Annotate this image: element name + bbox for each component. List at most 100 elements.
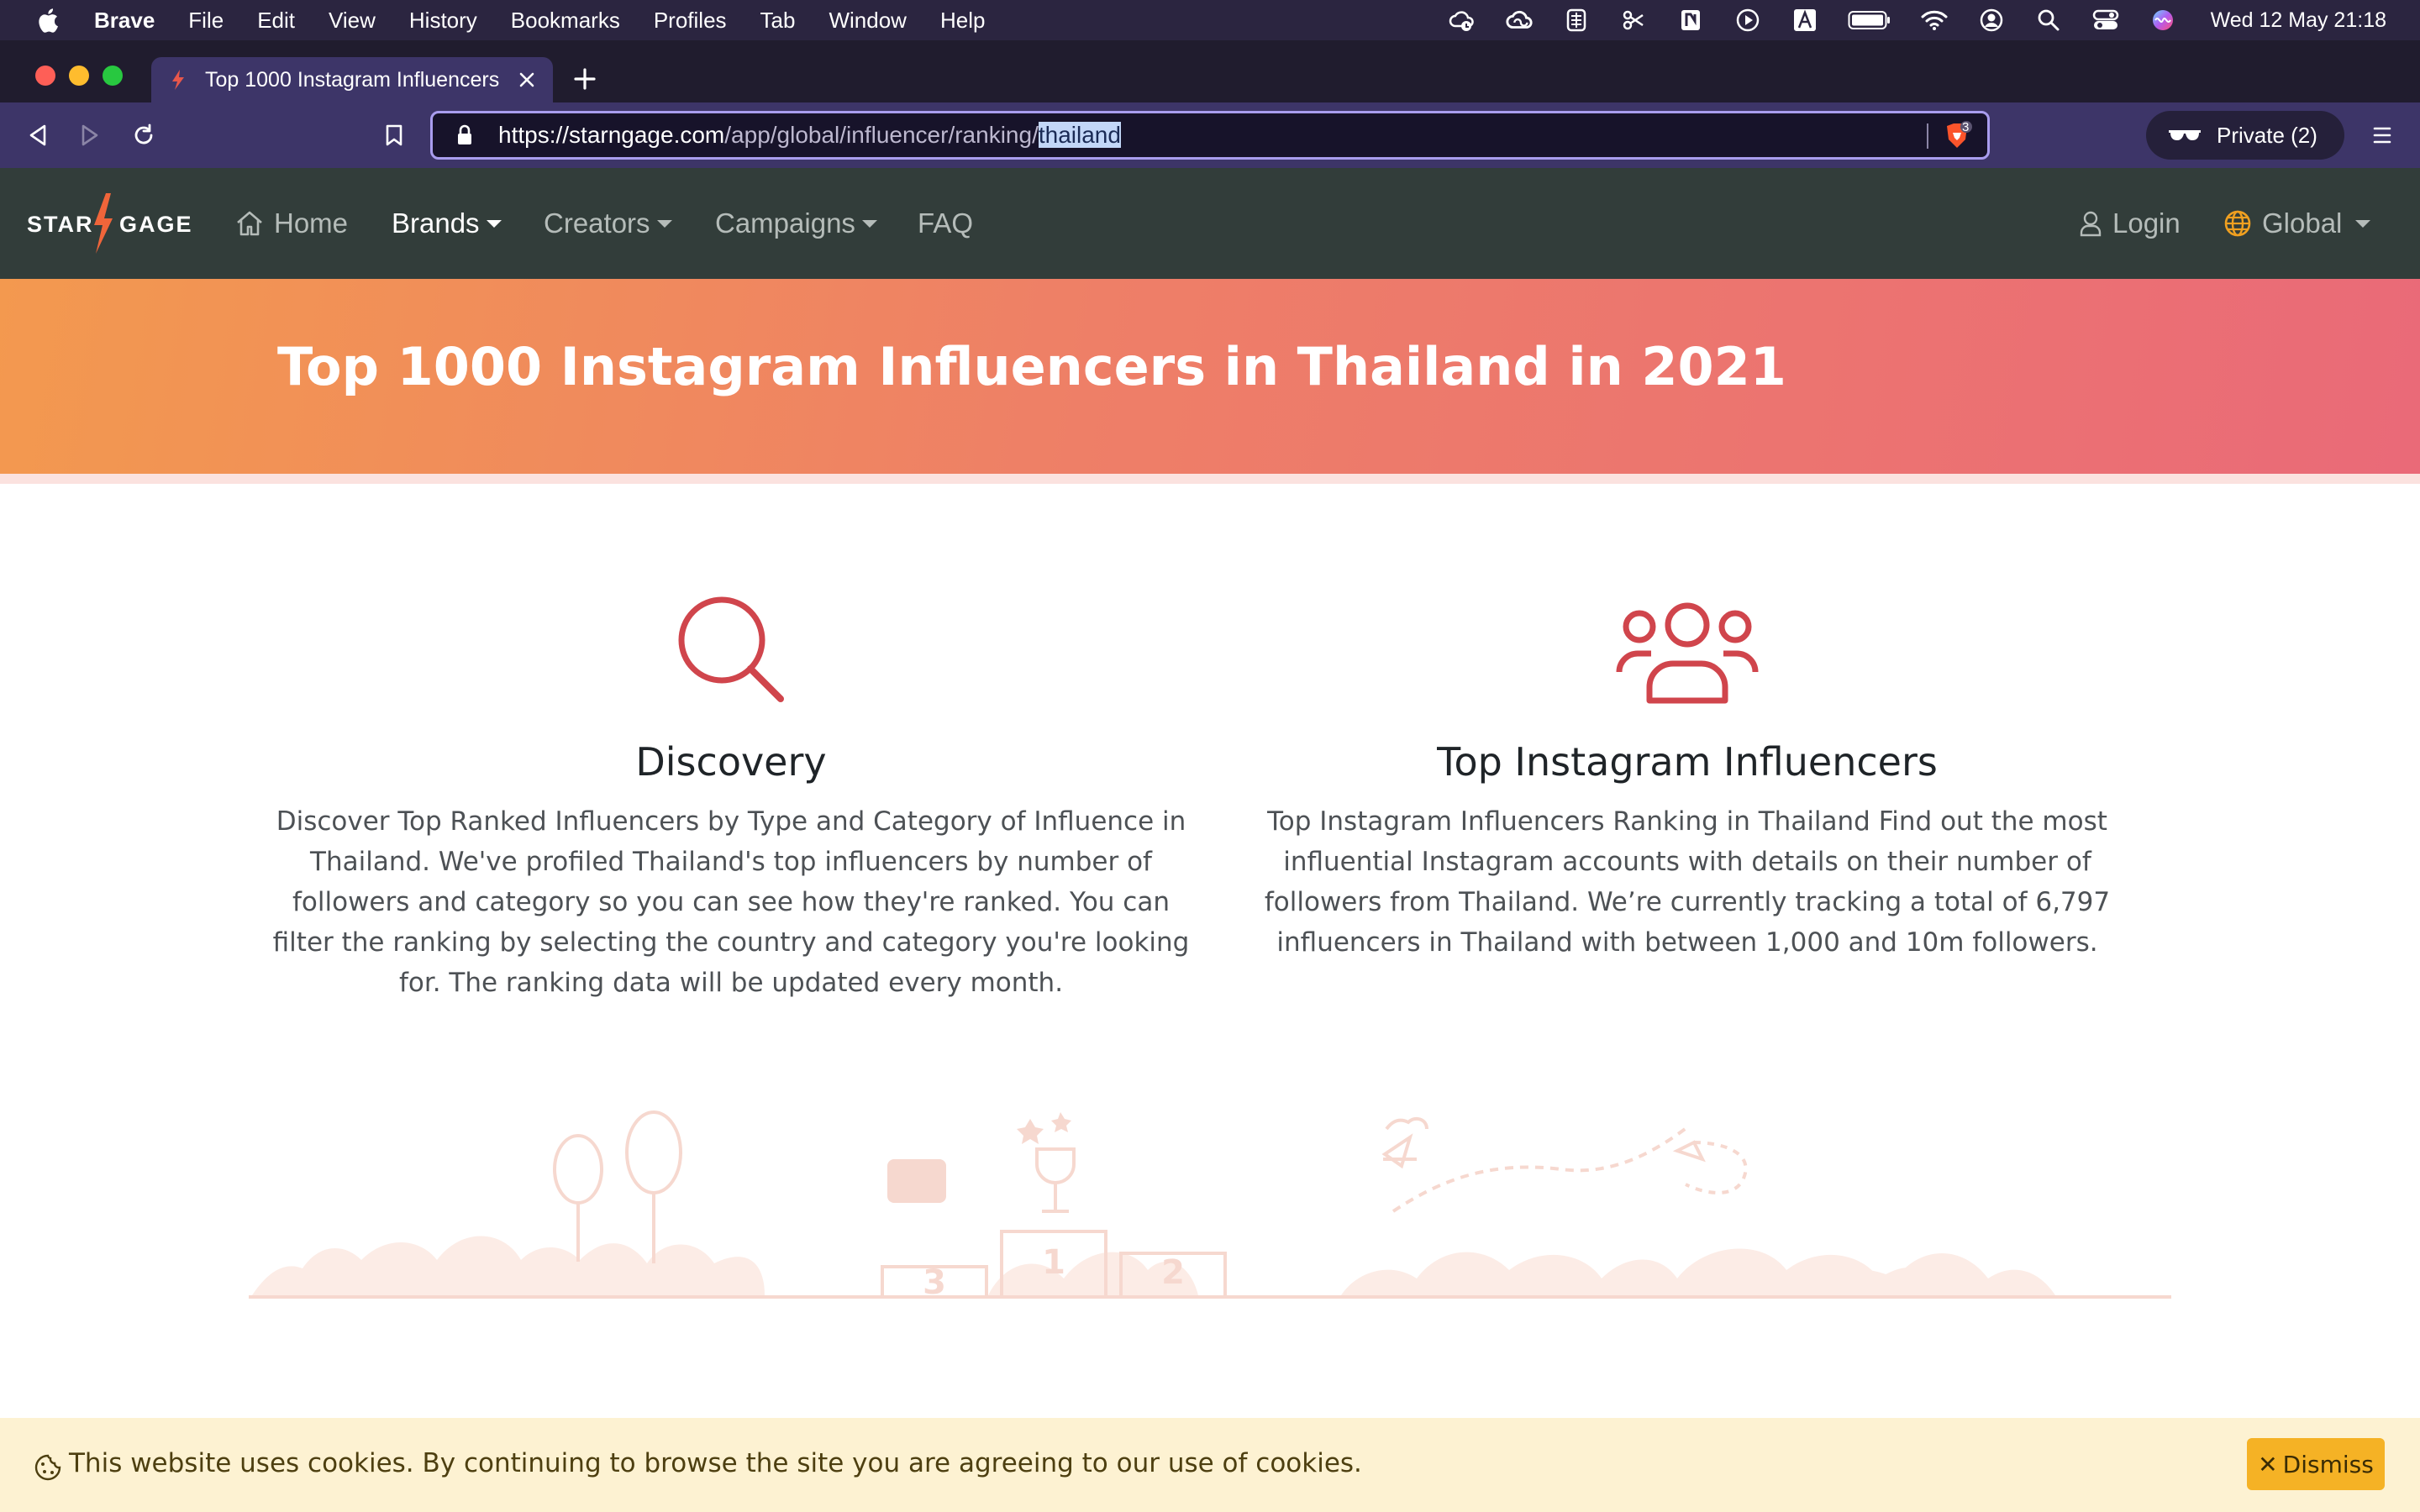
user-account-icon[interactable] [1977, 6, 2006, 34]
dismiss-label: Dismiss [2282, 1450, 2374, 1478]
battery-icon[interactable] [1848, 6, 1891, 34]
podium-first-label: 1 [1042, 1243, 1065, 1282]
nav-brands-label: Brands [392, 207, 480, 239]
control-center-icon[interactable] [2091, 6, 2120, 34]
window-zoom-button[interactable] [103, 66, 123, 86]
feature-top-influencers: Top Instagram Influencers Top Instagram … [1225, 588, 2149, 963]
cookie-icon [34, 1453, 62, 1482]
reload-icon[interactable] [128, 119, 160, 151]
brave-shield-icon[interactable]: 3 [1942, 120, 1972, 151]
private-label: Private (2) [2217, 122, 2317, 148]
address-bar[interactable]: https://starngage.com/app/global/influen… [430, 111, 1990, 160]
macos-menu-bar: Brave File Edit View History Bookmarks P… [0, 0, 2420, 40]
nav-login[interactable]: Login [2079, 205, 2181, 242]
nav-faq-label: FAQ [918, 207, 974, 239]
nav-home-label: Home [274, 207, 349, 239]
search-icon [655, 588, 807, 714]
nav-campaigns[interactable]: Campaigns [715, 205, 877, 242]
starngage-logo[interactable]: STAR GAGE [27, 188, 192, 257]
back-icon[interactable] [22, 119, 54, 151]
nav-creators[interactable]: Creators [544, 205, 672, 242]
hamburger-menu-icon[interactable] [2368, 119, 2396, 151]
window-close-button[interactable] [35, 66, 55, 86]
browser-toolbar: https://starngage.com/app/global/influen… [0, 102, 2420, 168]
feature-discovery: Discovery Discover Top Ranked Influencer… [269, 588, 1193, 1003]
menu-profiles[interactable]: Profiles [654, 8, 727, 34]
menu-help[interactable]: Help [940, 8, 985, 34]
forward-icon[interactable] [74, 119, 106, 151]
menu-app-name[interactable]: Brave [94, 8, 155, 34]
podium-third-label: 3 [923, 1263, 946, 1302]
browser-tab-strip: Top 1000 Instagram Influencers [0, 40, 2420, 102]
wifi-icon[interactable] [1920, 6, 1949, 34]
tab-title: Top 1000 Instagram Influencers [205, 67, 499, 92]
site-navbar: STAR GAGE Home Brands Creators Campaigns… [0, 168, 2420, 279]
menu-file[interactable]: File [188, 8, 224, 34]
logo-text-right: GAGE [119, 212, 192, 237]
nav-campaigns-label: Campaigns [715, 207, 855, 239]
shield-count: 3 [1962, 120, 1970, 134]
podium-illustration: 3 1 2 [249, 1092, 2171, 1310]
users-group-icon [1612, 588, 1763, 714]
feature-description: Discover Top Ranked Influencers by Type … [272, 806, 1190, 998]
chevron-down-icon [861, 219, 877, 228]
feature-description: Top Instagram Influencers Ranking in Tha… [1264, 806, 2111, 958]
nav-home[interactable]: Home [235, 205, 348, 242]
hero-divider [0, 474, 2420, 484]
private-glasses-icon [2168, 128, 2202, 143]
podium-second-label: 2 [1161, 1253, 1185, 1292]
apple-menu-icon[interactable] [35, 8, 60, 33]
cookie-banner: This website uses cookies. By continuing… [0, 1418, 2420, 1512]
user-icon [2079, 208, 2104, 239]
scissors-icon[interactable] [1619, 6, 1648, 34]
note-icon[interactable] [1676, 6, 1705, 34]
private-window-button[interactable]: Private (2) [2146, 111, 2344, 160]
bookmark-icon[interactable] [378, 119, 410, 151]
cookie-text: This website uses cookies. By continuing… [69, 1448, 1362, 1478]
menu-view[interactable]: View [329, 8, 376, 34]
menu-bar-clock[interactable]: Wed 12 May 21:18 [2211, 8, 2386, 33]
url-path: /app/global/influencer/ranking/ [724, 122, 1039, 148]
dismiss-button[interactable]: ✕ Dismiss [2247, 1438, 2385, 1490]
lock-icon[interactable] [456, 123, 478, 148]
starngage-favicon-icon [170, 69, 188, 91]
page-title: Top 1000 Instagram Influencers in Thaila… [277, 336, 1786, 397]
siri-icon[interactable] [2149, 6, 2177, 34]
menu-edit[interactable]: Edit [257, 8, 295, 34]
spotlight-search-icon[interactable] [2034, 6, 2063, 34]
feature-title: Top Instagram Influencers [1437, 739, 1938, 785]
nav-region-select[interactable]: Global [2223, 205, 2371, 242]
a-text-icon[interactable] [1791, 6, 1819, 34]
nav-region-label: Global [2262, 207, 2343, 239]
feature-title: Discovery [635, 739, 827, 785]
chevron-down-icon [656, 219, 672, 228]
menu-tab[interactable]: Tab [760, 8, 796, 34]
url-host: https://starngage.com [498, 122, 725, 148]
new-tab-icon[interactable] [570, 64, 600, 94]
address-bar-separator [1927, 123, 1928, 149]
nav-faq[interactable]: FAQ [918, 205, 973, 242]
url-selected-segment: thailand [1038, 122, 1121, 148]
creative-cloud-icon[interactable] [1505, 6, 1534, 34]
menu-bookmarks[interactable]: Bookmarks [511, 8, 620, 34]
chevron-down-icon [486, 219, 502, 228]
window-minimize-button[interactable] [69, 66, 89, 86]
nav-brands[interactable]: Brands [392, 205, 502, 242]
url-text[interactable]: https://starngage.com/app/global/influen… [498, 122, 1121, 149]
play-icon[interactable] [1733, 6, 1762, 34]
status-area: Wed 12 May 21:18 [1448, 0, 2386, 40]
home-icon [235, 208, 266, 239]
nav-creators-label: Creators [544, 207, 650, 239]
tab-close-icon[interactable] [514, 67, 539, 92]
nav-login-label: Login [2112, 207, 2181, 239]
app-store-like-icon[interactable] [1562, 6, 1591, 34]
hero-banner: Top 1000 Instagram Influencers in Thaila… [0, 279, 2420, 474]
logo-text-left: STAR [27, 212, 94, 237]
chevron-down-icon [2355, 219, 2371, 228]
menu-history[interactable]: History [409, 8, 477, 34]
active-tab[interactable]: Top 1000 Instagram Influencers [151, 57, 553, 102]
close-icon: ✕ [2258, 1450, 2278, 1478]
cloud-sync-icon[interactable] [1448, 6, 1476, 34]
menu-window[interactable]: Window [829, 8, 906, 34]
globe-icon [2223, 208, 2254, 239]
